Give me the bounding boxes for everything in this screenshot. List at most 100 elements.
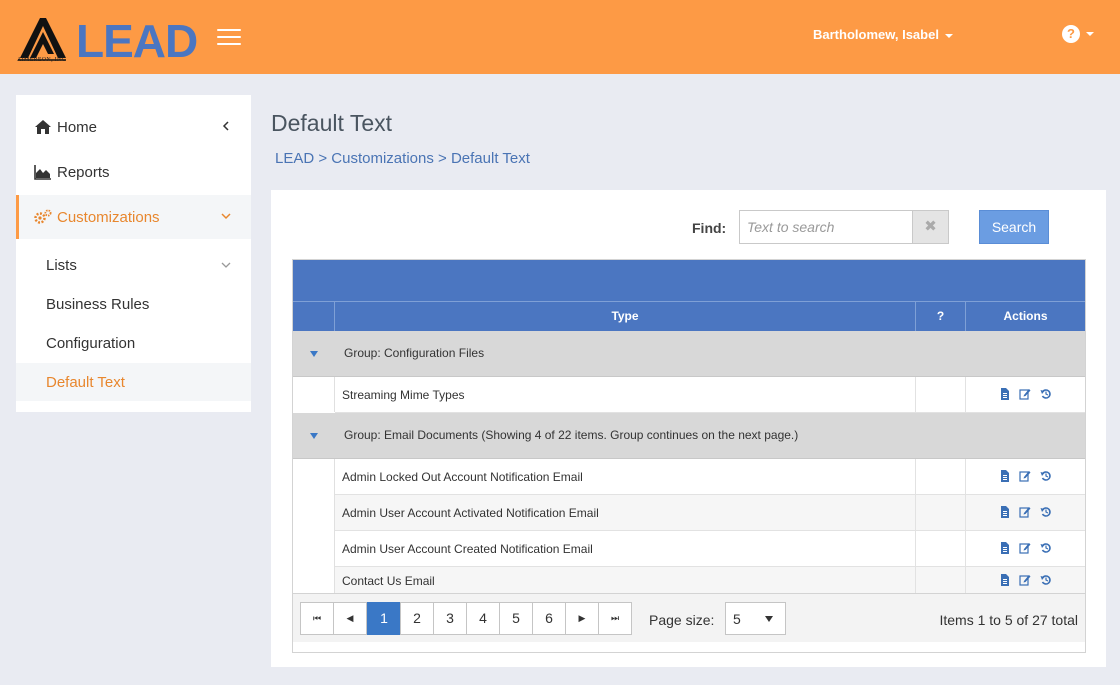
edit-icon[interactable] (1019, 470, 1031, 482)
clear-search-button[interactable]: ✖ (912, 210, 949, 244)
gears-icon (34, 209, 52, 224)
first-page-button[interactable]: ⏮ (300, 602, 334, 635)
prev-page-button[interactable]: ◀ (333, 602, 367, 635)
question-circle-icon: ? (1062, 25, 1080, 43)
page-button-4[interactable]: 4 (466, 602, 500, 635)
view-document-icon[interactable] (999, 470, 1011, 482)
page-button-5[interactable]: 5 (499, 602, 533, 635)
page-button-1[interactable]: 1 (367, 602, 401, 635)
sidebar: Home Reports Customizations Lists Busine… (16, 95, 251, 412)
table-row[interactable]: Streaming Mime Types (335, 377, 1085, 413)
row-type: Admin Locked Out Account Notification Em… (342, 470, 583, 484)
pager: ⏮ ◀ 1 2 3 4 5 6 ▶ ⏭ Page size: 5 Items 1… (293, 593, 1085, 642)
sidebar-subitem-label: Lists (46, 257, 77, 274)
table-row[interactable]: Admin User Account Created Notification … (335, 531, 1085, 567)
row-actions (965, 377, 1085, 412)
reset-history-icon[interactable] (1040, 470, 1052, 482)
column-header-actions: Actions (965, 302, 1085, 331)
breadcrumb-link-customizations[interactable]: Customizations (331, 150, 434, 167)
default-text-grid: Type ? Actions Group: Configuration File… (292, 259, 1086, 653)
collapse-group-icon[interactable] (310, 351, 318, 357)
top-bar: AIMEREON, INC LEAD Bartholomew, Isabel ? (0, 0, 1120, 74)
edit-icon[interactable] (1019, 506, 1031, 518)
reset-history-icon[interactable] (1040, 574, 1052, 586)
sidebar-subitem-lists[interactable]: Lists (16, 246, 251, 284)
row-type: Streaming Mime Types (342, 388, 465, 402)
group-indent (293, 377, 335, 412)
breadcrumb-separator: > (318, 150, 328, 167)
find-label: Find: (692, 220, 727, 236)
row-actions (965, 459, 1085, 494)
table-row[interactable]: Admin Locked Out Account Notification Em… (335, 459, 1085, 495)
svg-text:LEAD: LEAD (76, 15, 197, 63)
sidebar-subitem-label: Business Rules (46, 296, 150, 313)
row-actions (965, 531, 1085, 566)
last-page-button[interactable]: ⏭ (598, 602, 632, 635)
table-row[interactable]: Admin User Account Activated Notificatio… (335, 495, 1085, 531)
view-document-icon[interactable] (999, 542, 1011, 554)
row-type: Admin User Account Activated Notificatio… (342, 506, 599, 520)
collapse-group-icon[interactable] (310, 433, 318, 439)
chevron-left-icon (222, 121, 229, 131)
hamburger-icon[interactable] (217, 29, 241, 47)
sidebar-item-customizations[interactable]: Customizations (16, 195, 251, 239)
next-page-button[interactable]: ▶ (565, 602, 599, 635)
group-label: Group: Email Documents (Showing 4 of 22 … (344, 428, 799, 442)
column-header-type[interactable]: Type (334, 302, 915, 331)
breadcrumb-separator: > (438, 150, 447, 167)
row-actions (965, 567, 1085, 593)
page-size-select[interactable]: 5 (725, 602, 786, 635)
user-name: Bartholomew, Isabel (813, 27, 939, 42)
reset-history-icon[interactable] (1040, 388, 1052, 400)
caret-down-icon (1086, 32, 1094, 36)
pager-info: Items 1 to 5 of 27 total (939, 612, 1078, 628)
company-name: AIMEREON, INC (17, 57, 66, 63)
chevron-down-icon (221, 262, 231, 268)
breadcrumb-current[interactable]: Default Text (451, 150, 530, 167)
search-input[interactable] (739, 210, 913, 244)
sidebar-subitem-label: Default Text (46, 374, 125, 391)
breadcrumb-link-lead[interactable]: LEAD (275, 150, 314, 167)
help-menu[interactable]: ? (1062, 25, 1094, 43)
group-label: Group: Configuration Files (344, 346, 485, 360)
search-button[interactable]: Search (979, 210, 1049, 244)
page-button-2[interactable]: 2 (400, 602, 434, 635)
edit-icon[interactable] (1019, 574, 1031, 586)
row-help-cell (915, 567, 965, 593)
row-help-cell (915, 459, 965, 494)
row-actions (965, 495, 1085, 530)
page-button-6[interactable]: 6 (532, 602, 566, 635)
area-chart-icon (34, 165, 51, 180)
sidebar-item-label: Home (57, 119, 98, 136)
breadcrumb: LEAD > Customizations > Default Text (275, 150, 530, 167)
sidebar-item-label: Customizations (57, 209, 160, 226)
column-header-help[interactable]: ? (915, 302, 965, 331)
user-menu[interactable]: Bartholomew, Isabel (813, 27, 953, 42)
sidebar-item-label: Reports (57, 164, 110, 181)
sidebar-subitem-default-text[interactable]: Default Text (16, 363, 251, 401)
sidebar-item-home[interactable]: Home (16, 105, 251, 149)
lead-logo[interactable]: LEAD (74, 15, 199, 63)
view-document-icon[interactable] (999, 388, 1011, 400)
sidebar-item-reports[interactable]: Reports (16, 150, 251, 194)
page-size-label: Page size: (649, 612, 715, 628)
view-document-icon[interactable] (999, 574, 1011, 586)
row-help-cell (915, 495, 965, 530)
sidebar-subitem-business-rules[interactable]: Business Rules (16, 285, 251, 323)
table-row[interactable]: Contact Us Email (335, 567, 1085, 593)
edit-icon[interactable] (1019, 542, 1031, 554)
edit-icon[interactable] (1019, 388, 1031, 400)
row-help-cell (915, 377, 965, 412)
reset-history-icon[interactable] (1040, 506, 1052, 518)
reset-history-icon[interactable] (1040, 542, 1052, 554)
row-type: Contact Us Email (342, 574, 435, 588)
row-type: Admin User Account Created Notification … (342, 542, 593, 556)
group-indent (293, 459, 335, 593)
sidebar-subitem-configuration[interactable]: Configuration (16, 324, 251, 362)
chevron-down-icon (221, 213, 231, 220)
page-button-3[interactable]: 3 (433, 602, 467, 635)
caret-down-icon (944, 33, 953, 38)
dropdown-arrow-icon (765, 616, 773, 622)
page-size-value: 5 (733, 611, 741, 627)
view-document-icon[interactable] (999, 506, 1011, 518)
